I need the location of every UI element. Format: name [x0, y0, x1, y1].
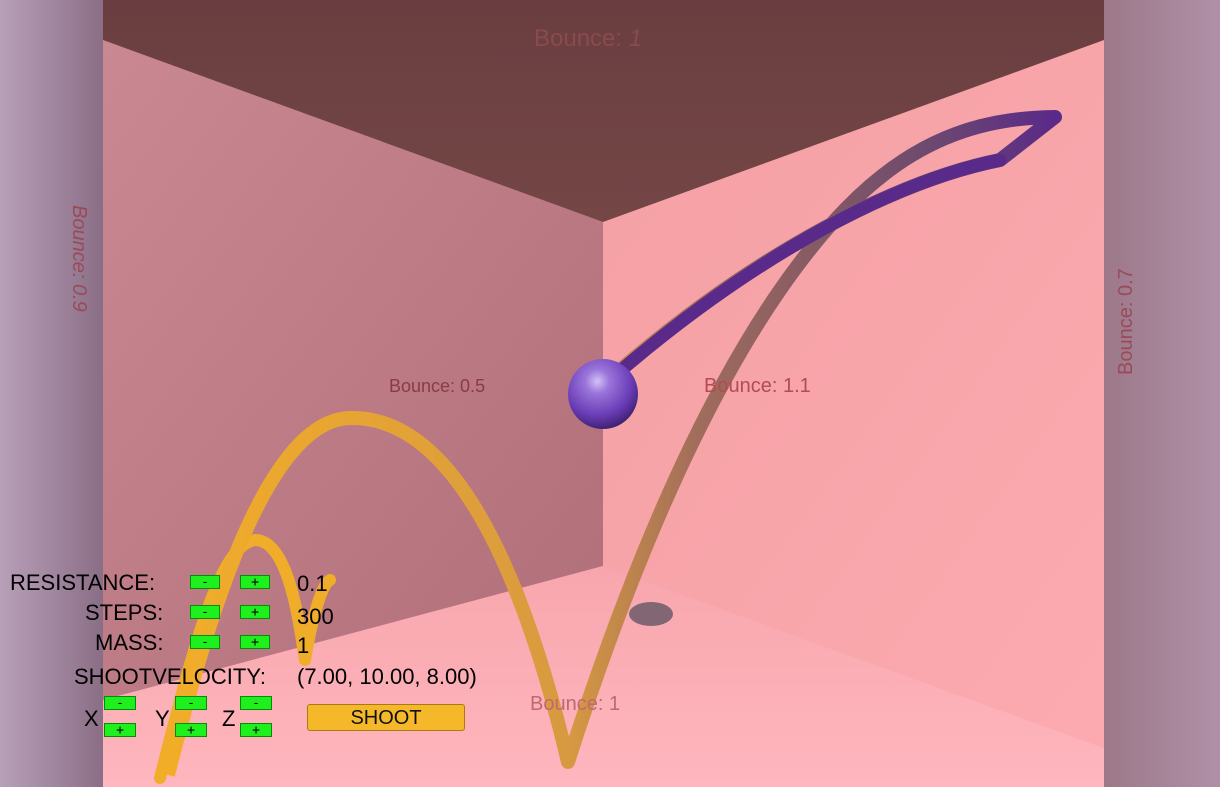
right-side-wall [1104, 0, 1220, 787]
ball [568, 359, 638, 429]
mass-minus-button[interactable]: - [190, 635, 220, 649]
steps-value: 300 [297, 604, 334, 629]
y-axis-label: Y [155, 706, 170, 731]
z-axis-label: Z [222, 706, 236, 731]
shoot-button[interactable]: SHOOT [307, 704, 465, 731]
resistance-value: 0.1 [297, 571, 328, 596]
mass-plus-button[interactable]: + [240, 635, 270, 649]
ceiling-bounce-prefix: Bounce: [534, 25, 629, 52]
ceiling-bounce-value: 1 [628, 25, 643, 52]
floor-bounce-label: Bounce: 1 [530, 693, 621, 715]
steps-plus-button[interactable]: + [240, 605, 270, 619]
shootvelocity-label: SHOOTVELOCITY: [74, 664, 266, 689]
resistance-minus-button[interactable]: - [190, 575, 220, 589]
z-plus-button[interactable]: + [240, 723, 272, 737]
mass-value: 1 [297, 633, 310, 658]
z-minus-button[interactable]: - [240, 696, 272, 710]
steps-minus-button[interactable]: - [190, 605, 220, 619]
back-right-bounce-label: Bounce: 1.1 [704, 375, 811, 397]
y-plus-button[interactable]: + [175, 723, 207, 737]
shootvelocity-value: (7.00, 10.00, 8.00) [297, 664, 477, 689]
y-minus-button[interactable]: - [175, 696, 207, 710]
ceiling-bounce-label: Bounce: 1 [534, 25, 642, 53]
resistance-plus-button[interactable]: + [240, 575, 270, 589]
mass-label: MASS: [95, 630, 164, 655]
x-minus-button[interactable]: - [104, 696, 136, 710]
left-wall-bounce-label: Bounce: 0.9 [68, 205, 90, 312]
steps-label: STEPS: [85, 600, 164, 625]
right-wall-bounce-label: Bounce: 0.7 [1115, 268, 1137, 375]
x-plus-button[interactable]: + [104, 723, 136, 737]
back-left-bounce-label: Bounce: 0.5 [389, 376, 486, 396]
resistance-label: RESISTANCE: [10, 570, 156, 595]
x-axis-label: X [84, 706, 99, 731]
ball-shadow [629, 602, 673, 626]
